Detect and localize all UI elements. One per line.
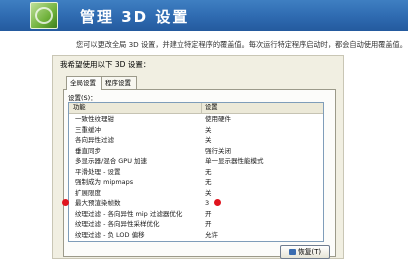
- tab-program-settings[interactable]: 程序设置: [101, 76, 137, 89]
- table-row[interactable]: 一致性纹理钳 使用硬件: [69, 114, 323, 125]
- setting-cell: 无: [205, 167, 212, 176]
- tab-global-settings[interactable]: 全局设置: [66, 76, 102, 90]
- setting-cell: 使用硬件: [205, 115, 231, 123]
- setting-cell: 关: [205, 125, 212, 134]
- table-row[interactable]: 纹理过滤 - 负 LOD 偏移 允许: [69, 230, 323, 241]
- settings-list-label: 设置(S)：: [68, 94, 97, 102]
- nvidia-settings-icon: [30, 2, 58, 29]
- setting-cell: 强行关闭: [205, 146, 231, 155]
- table-row[interactable]: 垂直同步 强行关闭: [69, 146, 323, 157]
- setting-cell: 单一显示器性能模式: [205, 157, 264, 165]
- setting-cell: 允许: [205, 230, 218, 239]
- table-row[interactable]: 平滑处理 - 设置 无: [69, 167, 323, 178]
- feature-cell: 扩展限度: [75, 188, 101, 197]
- setting-cell: 3: [205, 199, 210, 207]
- setting-cell: 开: [205, 220, 212, 228]
- table-row[interactable]: 强制成为 mipmaps 无: [69, 177, 323, 188]
- list-header: 功能 设置: [69, 103, 323, 114]
- restore-icon: [288, 249, 296, 255]
- settings-list[interactable]: 功能 设置 一致性纹理钳 使用硬件 三重缓冲 关 各向异性过滤 关 垂直同步 强…: [68, 102, 324, 242]
- feature-cell: 各向异性过滤: [75, 136, 114, 144]
- table-row[interactable]: 各向异性过滤 关: [69, 135, 323, 146]
- feature-cell: 垂直同步: [75, 146, 101, 155]
- feature-cell: 纹理过滤 - 负 LOD 偏移: [75, 230, 145, 239]
- setting-cell: 关: [205, 188, 212, 197]
- feature-cell: 多显示器/混合 GPU 加速: [75, 157, 148, 165]
- restore-button-label: 恢复(T): [297, 248, 322, 256]
- table-row[interactable]: 纹理过滤 - 各向异性采样优化 开: [69, 219, 323, 230]
- table-row[interactable]: 最大预渲染帧数 3: [69, 198, 323, 209]
- page-header: 管理 3D 设置: [0, 0, 408, 31]
- column-header-feature[interactable]: 功能: [73, 103, 86, 113]
- red-highlight-dot: [214, 199, 221, 206]
- setting-cell: 无: [205, 178, 212, 186]
- page-description: 您可以更改全局 3D 设置，并建立特定程序的覆盖值。每次运行特定程序启动时，都会…: [76, 40, 407, 49]
- red-highlight-dot: [62, 199, 69, 206]
- table-row[interactable]: 扩展限度 关: [69, 188, 323, 199]
- restore-button[interactable]: 恢复(T): [280, 245, 330, 259]
- feature-cell: 平滑处理 - 设置: [75, 167, 121, 176]
- page-title: 管理 3D 设置: [80, 8, 190, 26]
- feature-cell: 最大预渲染帧数: [75, 199, 121, 207]
- feature-cell: 三重缓冲: [75, 125, 101, 134]
- table-row[interactable]: 多显示器/混合 GPU 加速 单一显示器性能模式: [69, 156, 323, 167]
- column-header-setting[interactable]: 设置: [201, 103, 218, 113]
- panel-label: 我希望使用以下 3D 设置：: [60, 60, 151, 69]
- feature-cell: 纹理过滤 - 各向异性 mip 过滤器优化: [75, 209, 183, 218]
- table-row[interactable]: 纹理过滤 - 各向异性 mip 过滤器优化 开: [69, 209, 323, 220]
- table-row[interactable]: 三重缓冲 关: [69, 125, 323, 136]
- setting-cell: 关: [205, 136, 212, 144]
- feature-cell: 强制成为 mipmaps: [75, 178, 134, 186]
- setting-cell: 开: [205, 209, 212, 218]
- feature-cell: 纹理过滤 - 各向异性采样优化: [75, 220, 160, 228]
- feature-cell: 一致性纹理钳: [75, 115, 114, 123]
